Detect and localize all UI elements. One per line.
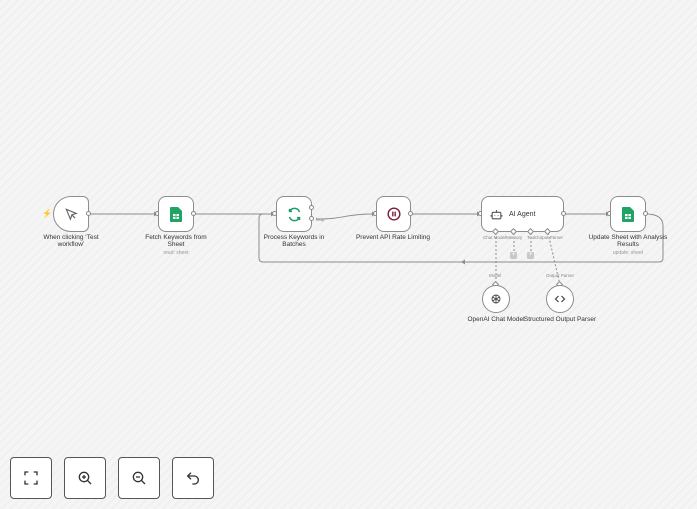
batch-done-port[interactable] — [309, 205, 314, 210]
zoom-out-button[interactable] — [118, 457, 160, 499]
zoom-out-icon — [132, 471, 146, 485]
update-output-port[interactable] — [643, 211, 648, 216]
zoom-in-icon — [78, 471, 92, 485]
parser-label: Structured Output Parser — [523, 316, 597, 323]
wait-output-port[interactable] — [408, 211, 413, 216]
openai-icon — [491, 294, 501, 304]
loop-icon — [288, 207, 300, 221]
wait-label: Prevent API Rate Limiting — [355, 234, 431, 241]
pause-icon — [386, 207, 401, 221]
fetch-label: Fetch Keywords from Sheet — [145, 234, 207, 249]
zoom-in-button[interactable] — [64, 457, 106, 499]
batch-loop-port[interactable] — [309, 216, 314, 221]
add-tool-button[interactable]: + — [527, 252, 534, 259]
agent-memory-label: Memory — [506, 235, 523, 240]
agent-model-label: Chat Model — [483, 235, 507, 240]
fetch-output-port[interactable] — [191, 211, 196, 216]
add-memory-button[interactable]: + — [510, 252, 517, 259]
google-sheets-icon — [622, 206, 634, 222]
batch-label: Process Keywords in Batches — [263, 234, 325, 249]
structured-output-parser-node[interactable] — [546, 285, 574, 313]
fit-view-icon — [24, 471, 38, 485]
rate-limit-node[interactable] — [376, 196, 411, 232]
undo-icon — [186, 472, 199, 485]
trigger-bolt-icon: ⚡ — [42, 209, 52, 218]
ai-agent-node[interactable]: AI Agent — [481, 196, 564, 232]
workflow-canvas[interactable]: ⚡ When clicking ‘Test workflow’ Fetch Ke… — [0, 0, 697, 509]
trigger-output-port[interactable] — [86, 211, 91, 216]
trigger-node[interactable] — [53, 196, 89, 232]
process-batches-node[interactable] — [276, 196, 312, 232]
fetch-sublabel: read: sheet — [163, 250, 189, 256]
fit-view-button[interactable] — [10, 457, 52, 499]
cursor-icon — [65, 208, 78, 221]
google-sheets-icon — [170, 206, 182, 222]
agent-parser-label: Output Parser — [535, 235, 564, 240]
batch-loop-label: loop — [316, 217, 325, 222]
openai-chat-model-node[interactable] — [482, 285, 510, 313]
update-sublabel: update: sheet — [612, 250, 644, 256]
update-label: Update Sheet with Analysis Results — [588, 234, 668, 249]
parser-port-label: Output Parser — [546, 273, 575, 278]
update-sheet-node[interactable] — [610, 196, 646, 232]
code-icon — [554, 295, 566, 303]
trigger-label: When clicking ‘Test workflow’ — [43, 234, 99, 249]
fetch-keywords-node[interactable] — [158, 196, 194, 232]
agent-output-port[interactable] — [561, 211, 566, 216]
agent-title: AI Agent — [509, 210, 536, 218]
robot-icon — [490, 209, 503, 219]
reset-zoom-button[interactable] — [172, 457, 214, 499]
openai-port-label: Model — [489, 273, 502, 278]
